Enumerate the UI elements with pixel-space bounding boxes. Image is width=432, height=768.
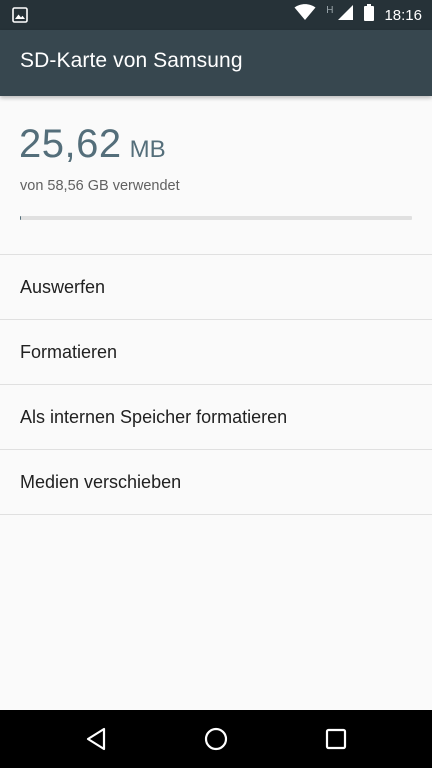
storage-summary: 25,62 MB von 58,56 GB verwendet: [0, 96, 432, 254]
storage-used: 25,62 MB: [19, 122, 166, 167]
storage-progress-bar: [20, 216, 412, 220]
page-title: SD-Karte von Samsung: [20, 49, 243, 72]
image-notification-icon: [12, 7, 28, 28]
wifi-icon: [294, 4, 316, 26]
navigation-bar: [0, 710, 432, 768]
storage-total-text: von 58,56 GB verwendet: [20, 178, 180, 194]
app-bar: SD-Karte von Samsung: [0, 30, 432, 96]
back-icon[interactable]: [84, 726, 110, 752]
status-time: 18:16: [384, 6, 422, 24]
screen: H 18:16 SD-Karte von Samsung 25,62 MB vo…: [0, 0, 432, 768]
status-icons: H 18:16: [294, 0, 422, 30]
storage-used-unit: MB: [129, 136, 166, 163]
storage-actions-list: Auswerfen Formatieren Als internen Speic…: [0, 254, 432, 515]
format-item[interactable]: Formatieren: [0, 320, 432, 385]
status-bar: H 18:16: [0, 0, 432, 30]
format-as-internal-item[interactable]: Als internen Speicher formatieren: [0, 385, 432, 450]
migrate-media-item[interactable]: Medien verschieben: [0, 450, 432, 515]
network-type-label: H: [326, 4, 334, 16]
storage-used-value: 25,62: [19, 122, 122, 166]
eject-item[interactable]: Auswerfen: [0, 255, 432, 320]
cell-signal-icon: [337, 4, 354, 26]
battery-icon: [364, 4, 375, 26]
recents-icon[interactable]: [323, 726, 349, 752]
home-icon[interactable]: [203, 726, 229, 752]
